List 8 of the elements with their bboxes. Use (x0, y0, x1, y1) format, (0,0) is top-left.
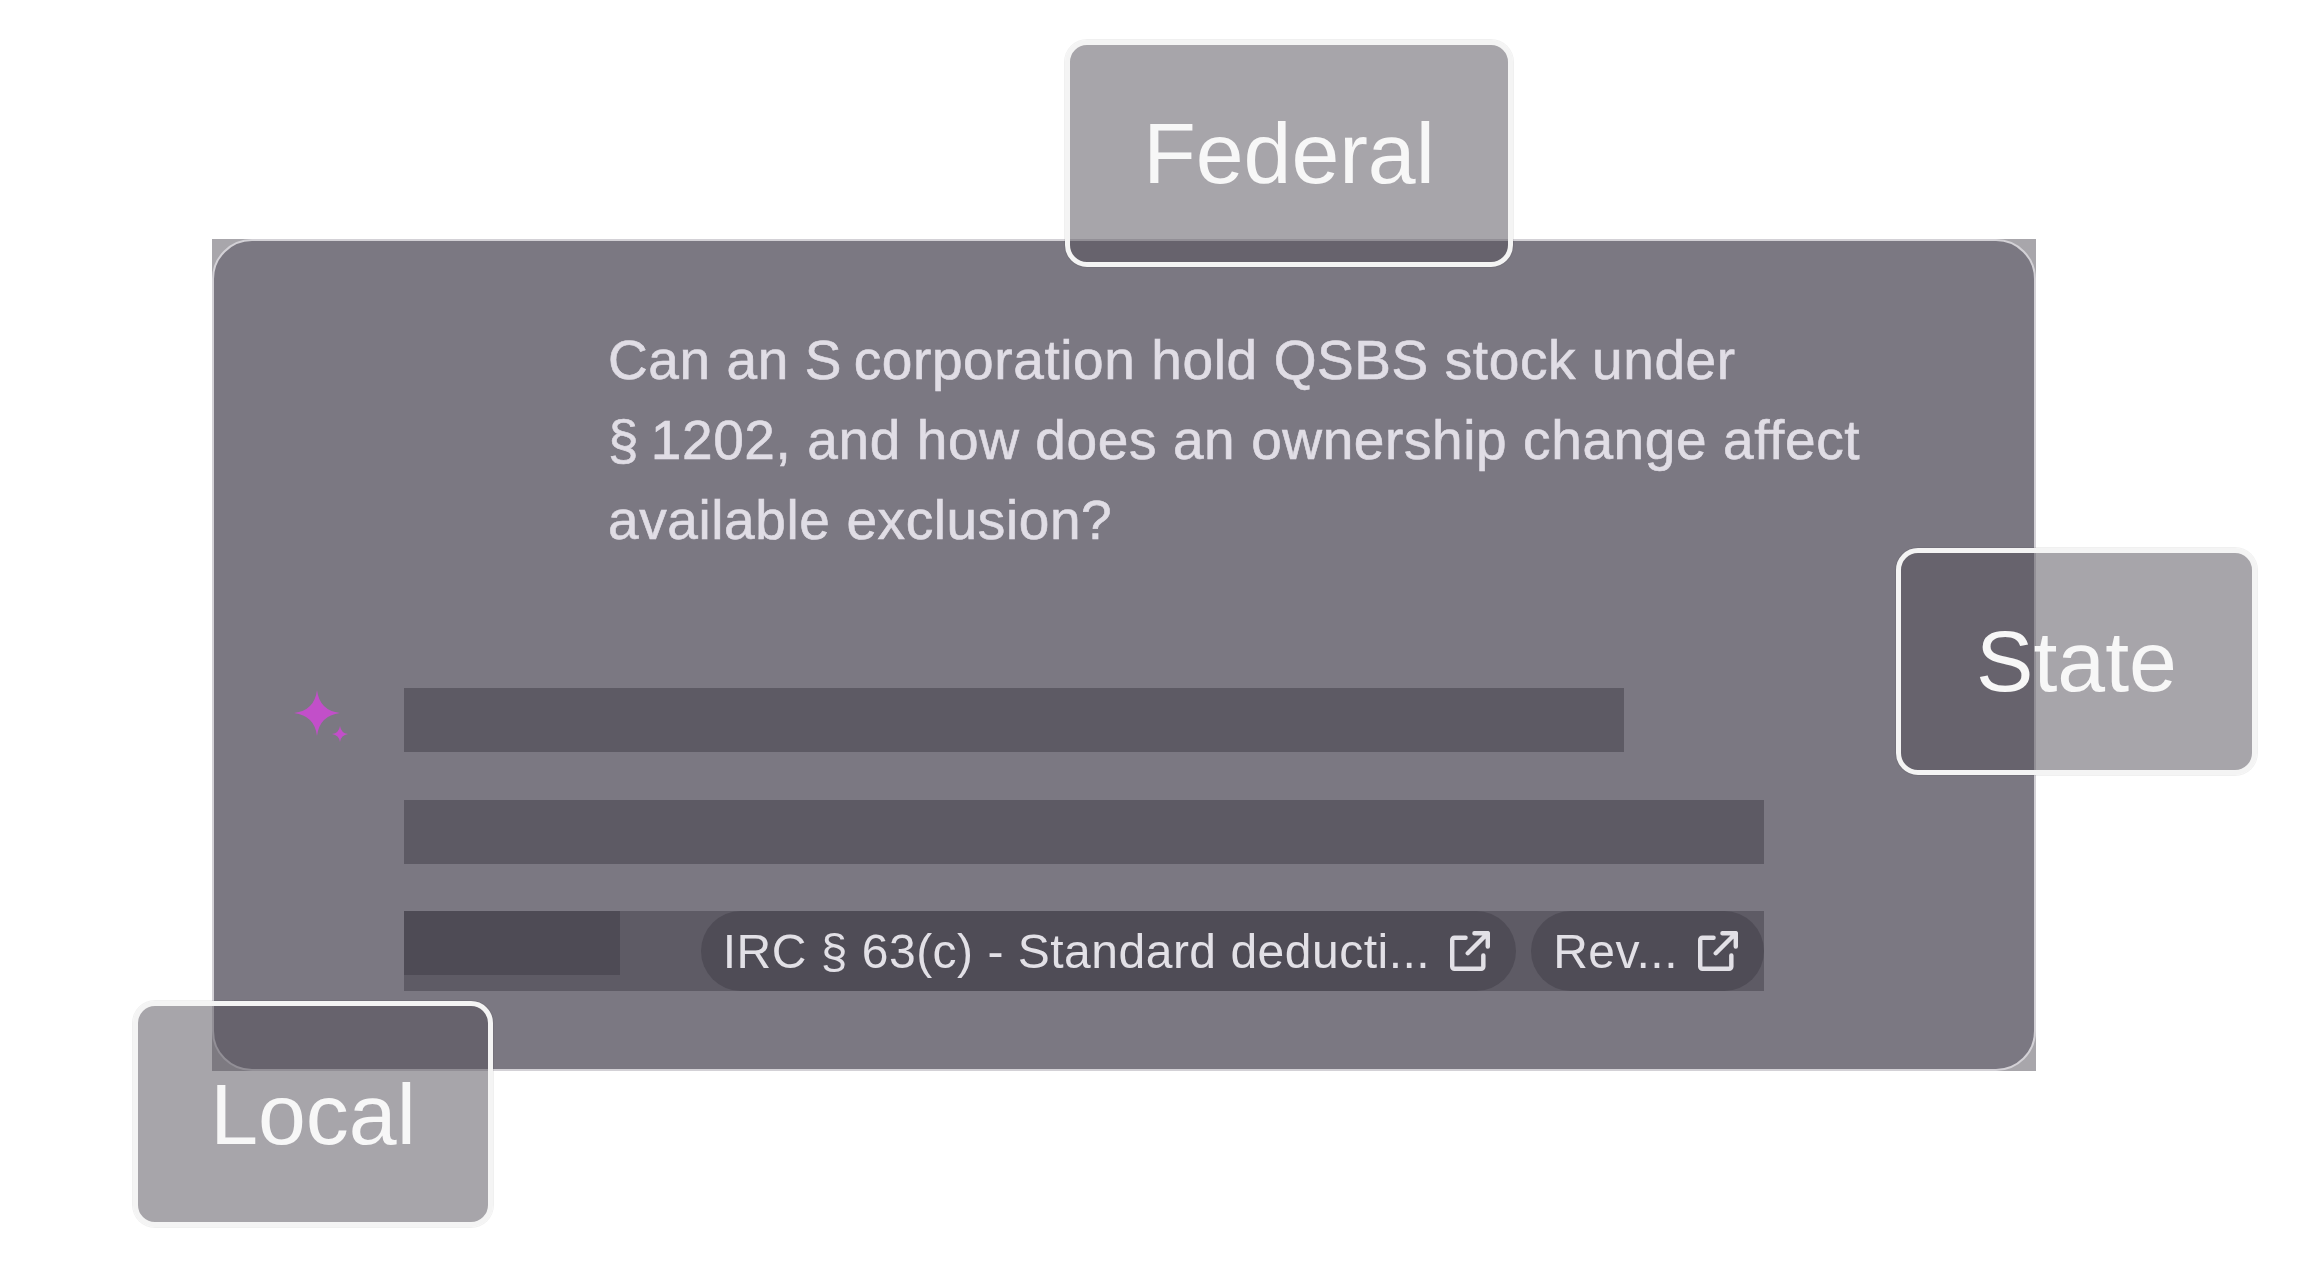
jurisdiction-tab[interactable]: Local (133, 1001, 493, 1227)
sparkle-icon (294, 690, 348, 742)
question-text: Can an S corporation hold QSBS stock under § 1202, and how does an ownership change affect available exclusion? (608, 328, 1862, 553)
source-link[interactable]: Rev... (1531, 911, 1764, 991)
jurisdiction-tab[interactable]: Federal (1065, 40, 1513, 267)
external-link-icon (1698, 931, 1738, 971)
external-link-icon (1450, 931, 1491, 971)
source-link[interactable]: IRC § 63(c) - Standard deducti... (700, 911, 1517, 991)
